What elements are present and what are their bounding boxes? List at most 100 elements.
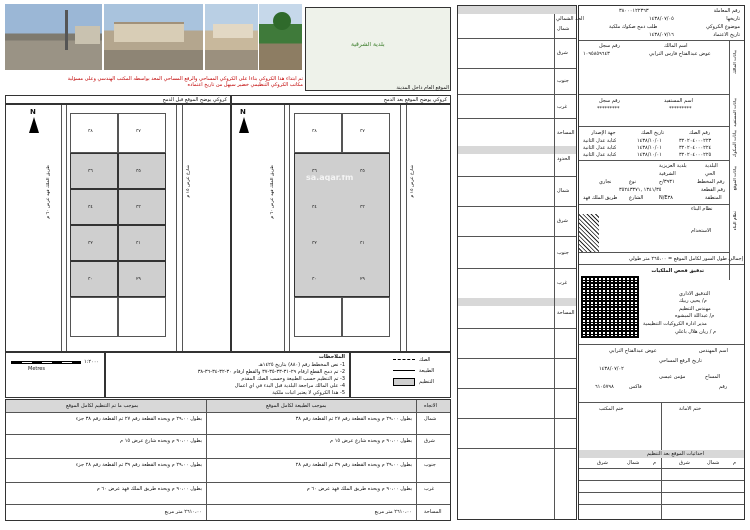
survey-date: ١٤٣٨/٠٧/٠٢ [599,366,624,372]
notes-title: الملاحظات [318,354,345,360]
deed-header: تاريخ الصك [641,130,665,136]
owner-id-label: رقم سجل [599,43,620,49]
notes-box: الملاحظات 1- نص المخطط رقم (٨٨٠) بتاريخ … [105,352,350,398]
plan-eng-name: م/ عبداللة المبشوه [675,313,715,319]
surveyor-name: مؤمن عيسى [659,374,686,380]
coords-header: شمال [707,460,720,466]
surveyor-label: المساح [705,374,721,380]
deed-issuer: كتابة عدل الثانية [583,145,617,151]
date-value: ١٤٣٨/٠٧/٠٥ [649,16,674,22]
build-section: نظام البناء [733,211,738,231]
legend-deed: الصك [419,357,431,363]
use-value: تجاري [599,179,612,185]
request-no: ٣٨٠٠٠١٢٢٣٦٣ [619,8,649,14]
deed-header: رقم الصك [689,130,711,136]
north-arrow-icon [239,117,249,133]
table-row-nature: بطول ٢٩،٠٠ م ويحده القطعة رقم ٢٧ ثم القط… [295,416,412,422]
date-label: تاريخها [726,16,740,22]
legend-box: الصك الطبيعة التنظيم [350,352,451,398]
district-label: الحي [705,171,716,177]
beneficiary-id: ********* [597,106,620,112]
lot [118,225,166,261]
subject-label: موضوع الكروكي [705,24,740,30]
table-row-nature: بطول ٩٠،٠٠ م ويحده شارع عرض ١٥ م [330,438,412,444]
owner-section: بيانات المالك [733,50,738,75]
table-row-dir: غرب [424,486,435,492]
deed-issuer: كتابة عدل الثانية [583,138,617,144]
owner-id: ١٠٩٥٨٥٩٦٤٣ [583,51,610,57]
before-merge-title-text: كروكي يوضح الموقع قبل الدمج [162,97,227,103]
lot-number: ٢٩ [136,277,141,282]
list-item: شمال [557,26,570,32]
lot-number: ٣٧ [360,129,365,134]
lot-label: رقم القطعة [701,187,726,193]
scale-unit: Metres [28,366,45,372]
table-row-plan: بطول ٢٩،٠٠ م ويحده القطعة رقم ٣٩ ثم القط… [75,462,202,468]
deed-date: ١٤٣٨/١٠/٠١ [637,152,662,158]
list-item: جنوب [557,250,569,256]
usage-label: الاستخدام [691,228,712,234]
deed-number: ٣٢٠٢٠٤٠٠٠٢٢٣ [679,138,712,144]
coords-header: شرق [679,460,690,466]
deed-number: ٣٢٠٢٠٤٠٠٠٢٢٥ [679,152,712,158]
col-header-nature: بموجب الطبيعة لكامل الموقع [266,403,327,409]
before-merge-sketch: N طريق الملك فهد عرض ٦٠ م شارع عرض ١٥ م … [5,104,231,352]
survey-date-label: تاريخ الرفع المساحي [659,358,702,364]
admin-audit-name: م/ يحيى ربيك [679,298,707,304]
list-item: المساحة [557,310,575,316]
qr-code [581,276,639,338]
lot-number: ٣٣ [136,205,141,210]
deed-issuer: كتابة عدل الثانية [583,152,617,158]
lot [118,189,166,225]
lot [118,261,166,297]
location-map-caption: الموقع العام داخل المدينة [396,85,449,91]
street-label: الشارع [629,195,644,201]
request-no-label: رقم المعاملة [713,8,740,14]
table-row-dir: المساحة [424,509,442,515]
district-value: الشرقية [659,171,676,177]
stamp-office-label: ختم المكتب [599,406,624,412]
coords-header: م [733,460,737,466]
approval-date-label: تاريخ الاعتماد [713,32,740,38]
table-row-plan: بطول ٢٩،٠٠ م ويحده القطعة رقم ٢٧ ثم القط… [75,416,202,422]
coords-header: م [653,460,657,466]
lot [70,261,118,297]
office-no: ٦١٠٥٧٩٨ [595,384,614,390]
coords-header: شمال [627,460,640,466]
notice-line-2: مكاتب الكروكي التنظيمي خضير سيهل من تاري… [187,82,303,88]
scale-ratio: ١:٢٠٠٠ [84,359,100,365]
approval-notice: تم ابتداء هذا الكروكي بناءا على الكروكي … [5,76,303,94]
table-row-nature: بطول ٩٠،٠٠ م ويحده طريق الملك فهد عرض ٦٠… [306,486,412,492]
list-item: غرب [557,280,568,286]
municipality-value: بلدية العزيزية [659,163,687,169]
coords-header: شرق [597,460,608,466]
table-row-dir: جنوب [424,462,436,468]
deed-number: ٣٢٠٢٠٤٠٠٠٢٢٤ [679,145,712,151]
table-row-plan: بطول ٩٠،٠٠ م ويحده طريق الملك فهد عرض ٦٠… [96,486,202,492]
north-arrow-icon [29,117,39,133]
col-header-dir: الاتجاه [424,403,438,409]
table-row-nature: ٢٦١٠،٠٠ متر مربع [374,509,412,515]
after-merge-title: كروكي يوضح الموقع بعد الدمج [231,95,451,104]
lot-value: ١٣٤١/٣٥ ,٣٥٢٤٣٣٧١ [619,187,662,193]
beneficiary-section: بيانات المستفيد [733,98,738,127]
site-photo [205,4,258,70]
beneficiary-name-label: اسم المستفيد [664,98,693,104]
table-row-dir: شرق [424,438,435,444]
owner-name-label: اسم المالك [664,43,688,49]
site-photo [259,4,302,70]
director-label: مدير ادارة الكروكيات التنظيمية [643,321,707,327]
zone-value: N/E٣٨ [659,195,673,201]
use-label: نوع [629,179,636,185]
deed-date: ١٤٣٨/١٠/٠١ [637,145,662,151]
table-row-plan: ٢٦١٠،٠٠ متر مربع [164,509,202,515]
note-item: 3- تم التنظيم حسب الطبيعة وحسب الصك المق… [241,376,345,382]
legend-nature: الطبيعة [419,368,435,374]
list-item: شمال [557,188,570,194]
engineer-name: عوض عبدالفتاح الترابي [609,348,657,354]
list-item: المساحة [557,130,575,136]
list-item: غرب [557,104,568,110]
lot-number: ٣١ [136,241,141,246]
note-item: 5- هذا الكروكي لا يعتبر اثبات ملكية [272,390,345,396]
plan-no-label: رقم المخطط [697,179,725,185]
